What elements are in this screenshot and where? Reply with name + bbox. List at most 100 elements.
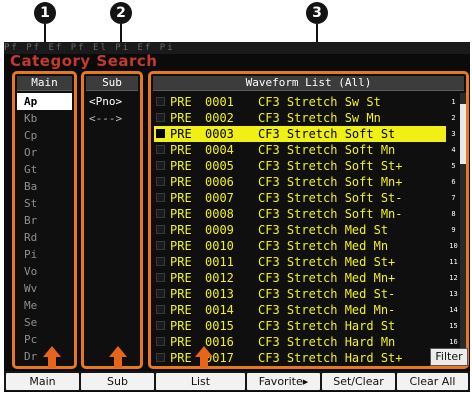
waveform-row[interactable]: PRE 0011 CF3 Stretch Med St+ [154,254,446,270]
waveform-row[interactable]: PRE 0010 CF3 Stretch Med Mn [154,238,446,254]
waveform-bank: PRE [170,335,192,349]
favorite-checkbox[interactable] [156,145,165,154]
favorite-checkbox[interactable] [156,193,165,202]
main-category-item[interactable]: Me [17,297,72,314]
callout-1: 1 [34,2,56,24]
row-index: 4 [451,146,456,154]
main-category-item[interactable]: Cp [17,127,72,144]
waveform-row[interactable]: PRE 0007 CF3 Stretch Soft St- [154,190,446,206]
main-category-item[interactable]: Ap [17,93,72,110]
favorite-checkbox[interactable] [156,177,165,186]
waveform-name: CF3 Stretch Med St [258,223,389,237]
main-category-item[interactable]: Rd [17,229,72,246]
favorite-checkbox[interactable] [156,257,165,266]
waveform-list-panel[interactable]: Waveform List (All) PRE 0001 CF3 Stretch S… [148,71,469,369]
waveform-bank: PRE [170,127,192,141]
favorite-checkbox[interactable] [156,321,165,330]
waveform-bank: PRE [170,95,192,109]
waveform-row[interactable]: PRE 0008 CF3 Stretch Soft Mn- [154,206,446,222]
waveform-number: 0001 [205,95,234,109]
main-button[interactable]: Main [6,373,79,390]
waveform-row[interactable]: PRE 0014 CF3 Stretch Med Mn- [154,302,446,318]
waveform-bank: PRE [170,287,192,301]
waveform-row[interactable]: PRE 0012 CF3 Stretch Med Mn+ [154,270,446,286]
waveform-name: CF3 Stretch Soft Mn [258,143,396,157]
waveform-number: 0011 [205,255,234,269]
favorite-checkbox[interactable] [156,113,165,122]
main-category-panel[interactable]: Main ApKbCpOrGtBaStBrRdPiVoWvMeSePcDr-- [12,71,77,369]
main-category-item[interactable]: Gt [17,161,72,178]
favorite-checkbox[interactable] [156,97,165,106]
main-category-list[interactable]: ApKbCpOrGtBaStBrRdPiVoWvMeSePcDr-- [17,93,72,364]
waveform-number: 0012 [205,271,234,285]
row-index: 13 [449,290,458,298]
filter-button[interactable]: Filter [430,348,468,366]
favorite-checkbox[interactable] [156,209,165,218]
sub-button[interactable]: Sub [81,373,154,390]
sub-category-panel[interactable]: Sub <Pno> <---> [81,71,143,369]
waveform-name: CF3 Stretch Hard Mn [258,335,396,349]
main-category-item[interactable]: Vo [17,263,72,280]
waveform-number: 0005 [205,159,234,173]
set-clear-button[interactable]: Set/Clear [322,373,395,390]
favorite-checkbox[interactable] [156,161,165,170]
row-index: 11 [449,258,458,266]
main-category-item[interactable]: St [17,195,72,212]
synth-display: Pf Pf Ef Pf El Pi Ef Pi Category Search … [4,42,470,392]
waveform-row[interactable]: PRE 0013 CF3 Stretch Med St- [154,286,446,302]
waveform-row[interactable]: PRE 0003 CF3 Stretch Soft St [154,126,446,142]
waveform-row[interactable]: PRE 0009 CF3 Stretch Med St [154,222,446,238]
waveform-row[interactable]: PRE 0015 CF3 Stretch Hard St [154,318,446,334]
waveform-row[interactable]: PRE 0006 CF3 Stretch Soft Mn+ [154,174,446,190]
list-button[interactable]: List [156,373,245,390]
main-category-item[interactable]: Or [17,144,72,161]
waveform-number: 0002 [205,111,234,125]
waveform-number: 0015 [205,319,234,333]
waveform-name: CF3 Stretch Soft St+ [258,159,403,173]
waveform-name: CF3 Stretch Med Mn+ [258,271,396,285]
waveform-number: 0003 [205,127,234,141]
main-category-item[interactable]: Wv [17,280,72,297]
page-title: Category Search [10,52,158,70]
main-category-item[interactable]: Kb [17,110,72,127]
row-index: 12 [449,274,458,282]
waveform-row[interactable]: PRE 0001 CF3 Stretch Sw St [154,94,446,110]
waveform-name: CF3 Stretch Soft Mn+ [258,175,403,189]
clear-all-button[interactable]: Clear All [397,373,468,390]
sub-header: Sub [86,76,138,91]
favorite-checkbox[interactable] [156,353,165,362]
sub-category-item[interactable]: <---> [86,110,138,127]
sub-category-item[interactable]: <Pno> [86,93,138,110]
scrollbar-thumb[interactable] [460,104,466,164]
favorite-checkbox[interactable] [156,337,165,346]
favorite-checkbox[interactable] [156,225,165,234]
sub-category-list[interactable]: <Pno> <---> [86,93,138,364]
waveform-row[interactable]: PRE 0002 CF3 Stretch Sw Mn [154,110,446,126]
row-index: 15 [449,322,458,330]
favorite-checkbox[interactable] [156,129,165,138]
row-index: 3 [451,130,456,138]
waveform-bank: PRE [170,223,192,237]
favorite-checkbox[interactable] [156,241,165,250]
favorite-button[interactable]: Favorite▸ [247,373,320,390]
waveform-name: CF3 Stretch Sw St [258,95,381,109]
waveform-row[interactable]: PRE 0004 CF3 Stretch Soft Mn [154,142,446,158]
waveform-bank: PRE [170,319,192,333]
waveform-number: 0007 [205,191,234,205]
favorite-checkbox[interactable] [156,289,165,298]
waveform-bank: PRE [170,207,192,221]
waveform-name: CF3 Stretch Soft Mn- [258,207,403,221]
waveform-list[interactable]: PRE 0001 CF3 Stretch Sw St 1 PRE 0002 CF3 Stre… [151,93,466,366]
main-category-item[interactable]: Pi [17,246,72,263]
waveform-name: CF3 Stretch Sw Mn [258,111,381,125]
favorite-checkbox[interactable] [156,273,165,282]
main-category-item[interactable]: Br [17,212,72,229]
waveform-number: 0004 [205,143,234,157]
main-category-item[interactable]: Ba [17,178,72,195]
waveform-bank: PRE [170,271,192,285]
favorite-checkbox[interactable] [156,305,165,314]
waveform-row[interactable]: PRE 0005 CF3 Stretch Soft St+ [154,158,446,174]
row-index: 6 [451,178,456,186]
waveform-bank: PRE [170,351,192,365]
main-category-item[interactable]: Se [17,314,72,331]
